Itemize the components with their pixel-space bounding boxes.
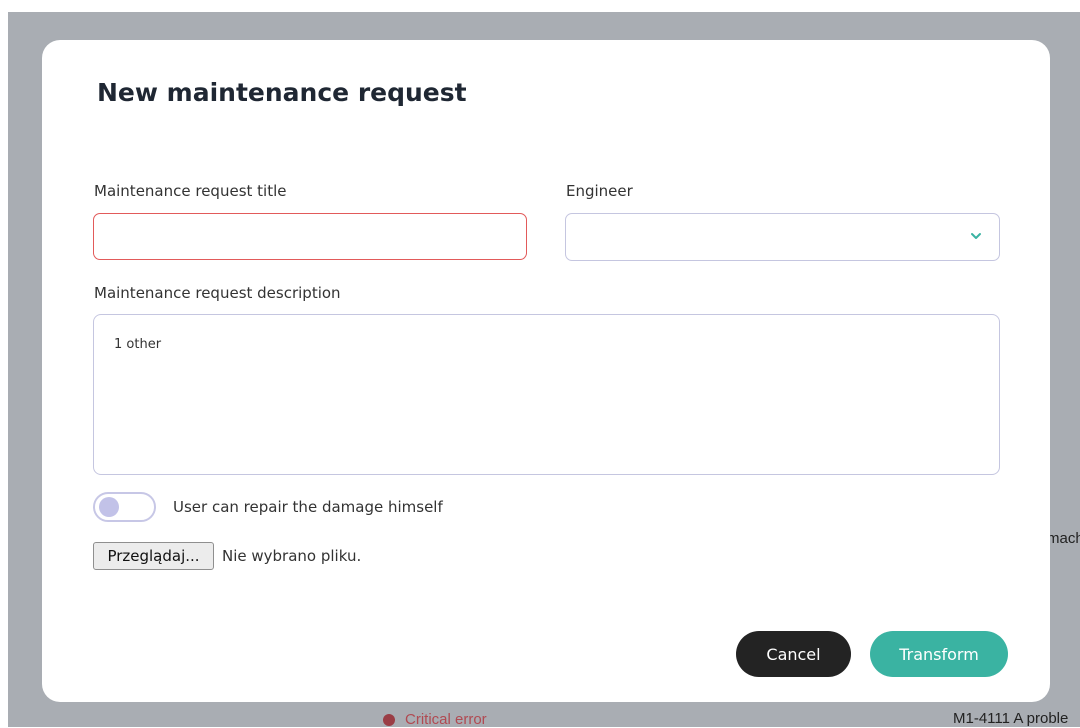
engineer-field-label: Engineer [566, 182, 633, 200]
browse-file-button[interactable]: Przeglądaj... [93, 542, 214, 570]
description-textarea[interactable]: 1 other [93, 314, 1000, 475]
toggle-knob [99, 497, 119, 517]
description-field-label: Maintenance request description [94, 284, 341, 302]
self-repair-toggle[interactable] [93, 492, 156, 522]
critical-error-label: Critical error [405, 711, 487, 728]
transform-button[interactable]: Transform [870, 631, 1008, 677]
maintenance-request-modal: New maintenance request Maintenance requ… [42, 40, 1050, 702]
background-row-text: mach [1047, 530, 1080, 547]
title-input[interactable] [93, 213, 527, 260]
self-repair-toggle-label: User can repair the damage himself [173, 498, 443, 516]
dot-icon [383, 713, 395, 726]
engineer-select[interactable] [565, 213, 1000, 261]
title-field-label: Maintenance request title [94, 182, 287, 200]
file-status: Nie wybrano pliku. [222, 547, 362, 565]
background-row-text: M1-4111 A proble [953, 710, 1069, 727]
chevron-down-icon [971, 233, 981, 239]
modal-title: New maintenance request [97, 78, 467, 107]
critical-error-status: Critical error [383, 711, 487, 728]
cancel-button[interactable]: Cancel [736, 631, 851, 677]
